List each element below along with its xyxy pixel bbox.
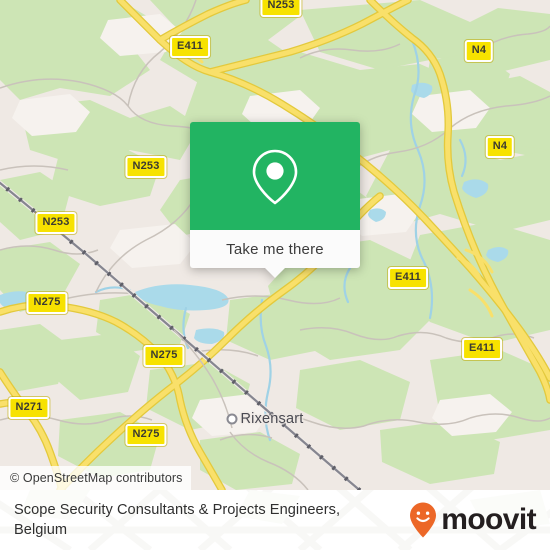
moovit-location-card: Rixensart N253 E411 N4 N4 N253 N253 E411… [0, 0, 550, 550]
road-shield: E411 [170, 36, 210, 58]
road-shield: N4 [464, 40, 494, 62]
place-label-rixensart: Rixensart [240, 411, 304, 427]
location-title: Scope Security Consultants & Projects En… [14, 501, 341, 538]
road-shield: E411 [462, 338, 502, 360]
road-shield: N275 [125, 424, 167, 446]
take-me-there-label: Take me there [226, 240, 324, 258]
moovit-wordmark: moovit [441, 503, 536, 536]
map-popup-card[interactable]: Take me there [190, 122, 360, 278]
road-shield: N253 [125, 156, 167, 178]
station-marker-icon [226, 413, 238, 425]
road-shield: N271 [8, 397, 50, 419]
road-shield: N275 [26, 292, 68, 314]
moovit-logo[interactable]: moovit [408, 501, 537, 539]
road-shield: E411 [388, 267, 428, 289]
popup-icon-area [190, 122, 360, 230]
road-shield: N275 [143, 345, 185, 367]
road-shield: N253 [260, 0, 302, 17]
road-shield: N253 [35, 212, 77, 234]
attribution-text: © OpenStreetMap contributors [10, 471, 183, 485]
road-shield: N4 [485, 136, 515, 158]
moovit-pin-smiley-icon [410, 502, 437, 538]
footer-bar: Scope Security Consultants & Projects En… [0, 490, 550, 550]
popup-tail [264, 267, 286, 278]
map-pin-icon [252, 149, 298, 205]
map-attribution[interactable]: © OpenStreetMap contributors [0, 466, 191, 490]
take-me-there-button[interactable]: Take me there [190, 230, 360, 278]
